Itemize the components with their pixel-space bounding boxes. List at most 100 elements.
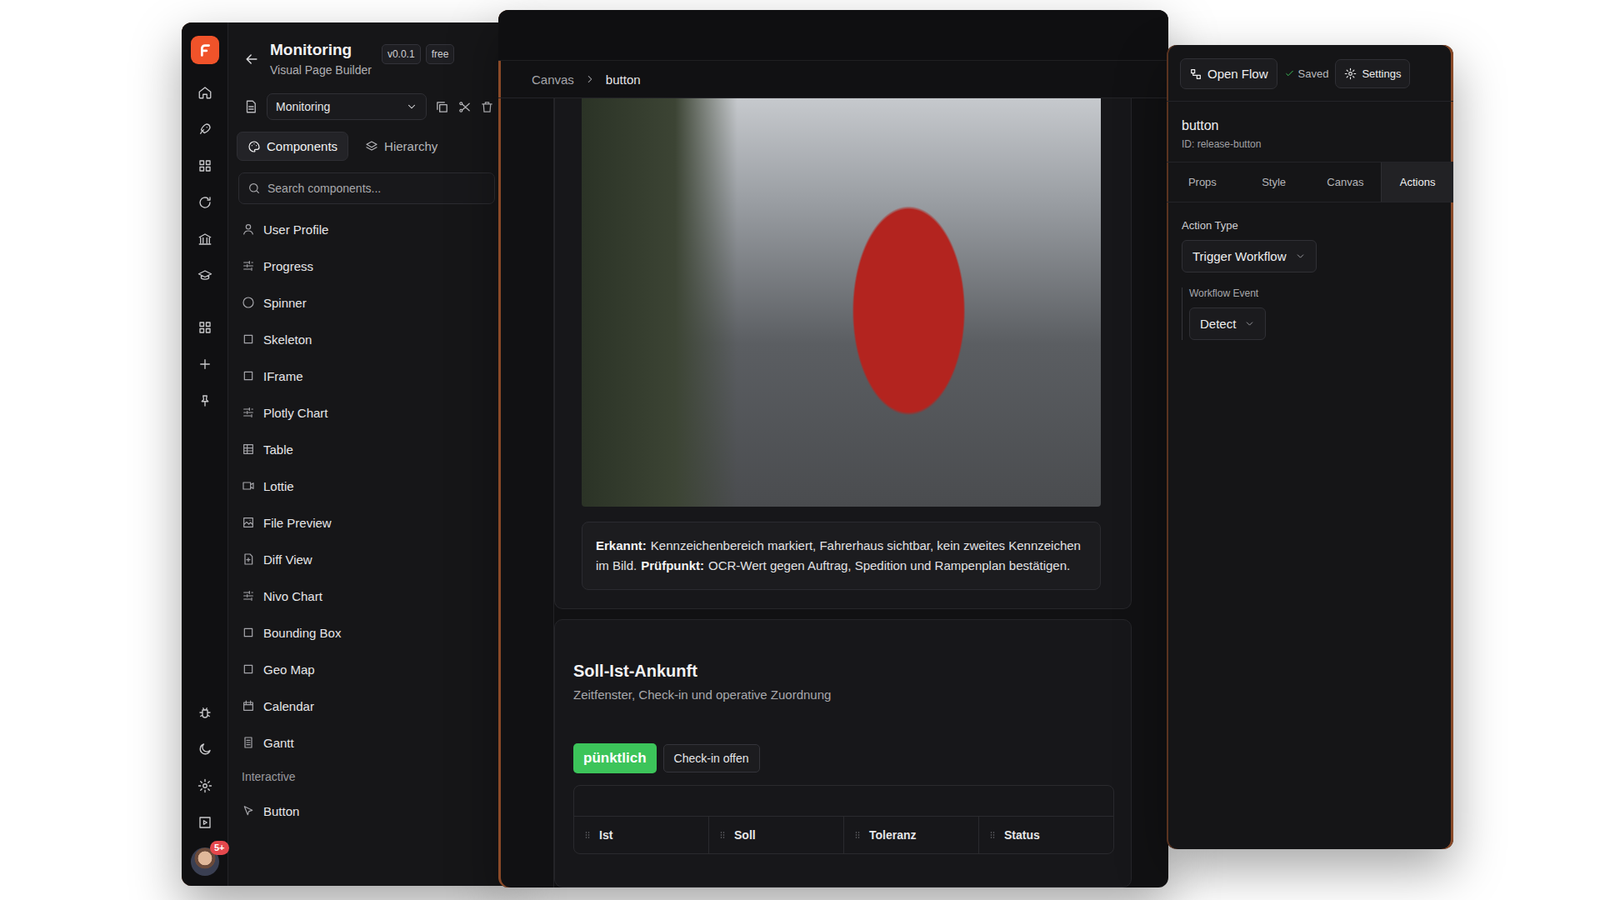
- scissors-icon[interactable]: [457, 100, 472, 115]
- component-item[interactable]: Plotly Chart: [241, 394, 515, 431]
- component-label: Skeleton: [263, 332, 312, 347]
- rail-button[interactable]: [188, 74, 222, 111]
- search-input[interactable]: [267, 175, 486, 202]
- workflow-event-select[interactable]: Detect: [1189, 307, 1266, 340]
- rail-button[interactable]: [188, 730, 222, 768]
- component-item[interactable]: Bounding Box: [241, 614, 515, 651]
- moon-icon[interactable]: [197, 741, 213, 757]
- caption-text: OCR-Wert gegen Auftrag, Spedition und Ra…: [708, 558, 1070, 573]
- rail-button[interactable]: [188, 309, 222, 346]
- rail-button[interactable]: [188, 220, 222, 258]
- flow-icon: [1189, 67, 1203, 81]
- component-item[interactable]: Skeleton: [241, 320, 515, 358]
- page-select[interactable]: Monitoring: [266, 93, 427, 120]
- component-item[interactable]: Nivo Chart: [241, 577, 515, 615]
- inspector-tab[interactable]: Props: [1166, 162, 1239, 202]
- image-icon: [241, 515, 255, 530]
- inspector-tab[interactable]: Style: [1238, 162, 1310, 202]
- rail-button[interactable]: [188, 257, 222, 295]
- component-item[interactable]: Spinner: [241, 284, 515, 321]
- inspector-tab[interactable]: Canvas: [1310, 162, 1382, 202]
- home-icon[interactable]: [197, 85, 213, 100]
- settings-button[interactable]: Settings: [1335, 59, 1410, 89]
- icon-rail: 5+: [181, 22, 229, 886]
- arrowleft-icon[interactable]: [243, 50, 260, 68]
- rail-button[interactable]: [188, 804, 222, 841]
- app-logo-icon[interactable]: [190, 35, 220, 65]
- component-item[interactable]: Progress: [241, 247, 515, 285]
- component-search: [238, 172, 495, 205]
- workflow-event-value: Detect: [1200, 316, 1236, 331]
- component-item[interactable]: Gantt: [241, 724, 515, 761]
- user-icon: [241, 222, 255, 236]
- grip-icon[interactable]: [852, 830, 863, 840]
- bank-icon[interactable]: [197, 231, 213, 247]
- section-header: Interactive: [241, 760, 515, 793]
- grip-icon[interactable]: [987, 830, 998, 840]
- copy-icon[interactable]: [435, 100, 450, 115]
- inspector-tab[interactable]: Actions: [1380, 162, 1454, 202]
- notification-badge: 5+: [210, 840, 230, 855]
- cap-icon[interactable]: [197, 268, 213, 284]
- user-avatar[interactable]: 5+: [190, 847, 220, 876]
- workflow-event-group: Workflow EventDetect: [1181, 287, 1439, 340]
- rail-button[interactable]: [188, 147, 222, 185]
- rocket-icon[interactable]: [197, 121, 213, 137]
- pointer-icon: [241, 804, 255, 818]
- play-icon[interactable]: [197, 815, 213, 830]
- cycle-icon[interactable]: [197, 195, 213, 210]
- plus-icon[interactable]: [197, 356, 213, 372]
- grid-icon[interactable]: [197, 158, 213, 174]
- panel-tab[interactable]: Components: [236, 131, 349, 161]
- panel-tab[interactable]: Hierarchy: [355, 131, 448, 161]
- column-header[interactable]: Ist: [574, 816, 710, 854]
- component-item[interactable]: Geo Map: [241, 650, 515, 688]
- rail-button[interactable]: [188, 345, 222, 383]
- grip-icon[interactable]: [582, 830, 593, 840]
- square-icon: [241, 332, 255, 346]
- component-item[interactable]: Button: [241, 792, 515, 830]
- status-badge: Check-in offen: [663, 744, 760, 773]
- chevron-icon: [1244, 318, 1255, 330]
- settings-label: Settings: [1361, 67, 1401, 80]
- component-label: Button: [263, 804, 300, 819]
- rail-button[interactable]: [188, 184, 222, 221]
- search-icon: [247, 181, 261, 195]
- trash-icon[interactable]: [480, 100, 495, 115]
- video-icon: [241, 479, 255, 493]
- component-item[interactable]: Diff View: [241, 540, 515, 578]
- component-item[interactable]: Calendar: [241, 687, 515, 725]
- column-header[interactable]: Toleranz: [844, 816, 980, 854]
- grip-icon[interactable]: [717, 830, 728, 840]
- rail-button[interactable]: [188, 382, 222, 420]
- column-header[interactable]: Status: [979, 816, 1114, 854]
- open-flow-button[interactable]: Open Flow: [1180, 58, 1278, 90]
- component-item[interactable]: Lottie: [241, 467, 515, 505]
- component-item[interactable]: File Preview: [241, 504, 515, 541]
- column-header[interactable]: Soll: [709, 816, 845, 854]
- component-item[interactable]: IFrame: [241, 357, 515, 395]
- action-type-select[interactable]: Trigger Workflow: [1181, 240, 1317, 273]
- rail-button[interactable]: [188, 110, 222, 148]
- gear-icon[interactable]: [197, 778, 213, 794]
- component-item[interactable]: User Profile: [241, 210, 515, 248]
- rail-button[interactable]: [188, 694, 222, 731]
- chevron-icon: [1295, 250, 1306, 262]
- table-header: Ist SollToleranzStatus: [574, 816, 1114, 854]
- caption-label: Prüfpunkt:: [640, 558, 705, 573]
- builder-window: 5+ MonitoringVisual Page Builderv0.0.1fre…: [181, 22, 515, 886]
- breadcrumb-item[interactable]: Canvas: [531, 72, 575, 87]
- listfile-icon: [241, 735, 255, 750]
- component-label: Plotly Chart: [263, 405, 329, 420]
- column-label: Ist: [599, 828, 613, 842]
- grid-icon[interactable]: [197, 320, 213, 335]
- chevron-icon: [405, 100, 418, 113]
- rail-button[interactable]: [188, 767, 222, 805]
- bug-icon[interactable]: [197, 705, 213, 720]
- pin-icon[interactable]: [197, 393, 213, 409]
- component-label: Spinner: [263, 295, 307, 310]
- component-item[interactable]: Table: [241, 430, 515, 468]
- inspector-toolbar: Open FlowSavedSettings: [1166, 45, 1454, 102]
- tab-label: Hierarchy: [384, 139, 438, 154]
- panel-header: MonitoringVisual Page Builderv0.0.1free: [228, 22, 515, 89]
